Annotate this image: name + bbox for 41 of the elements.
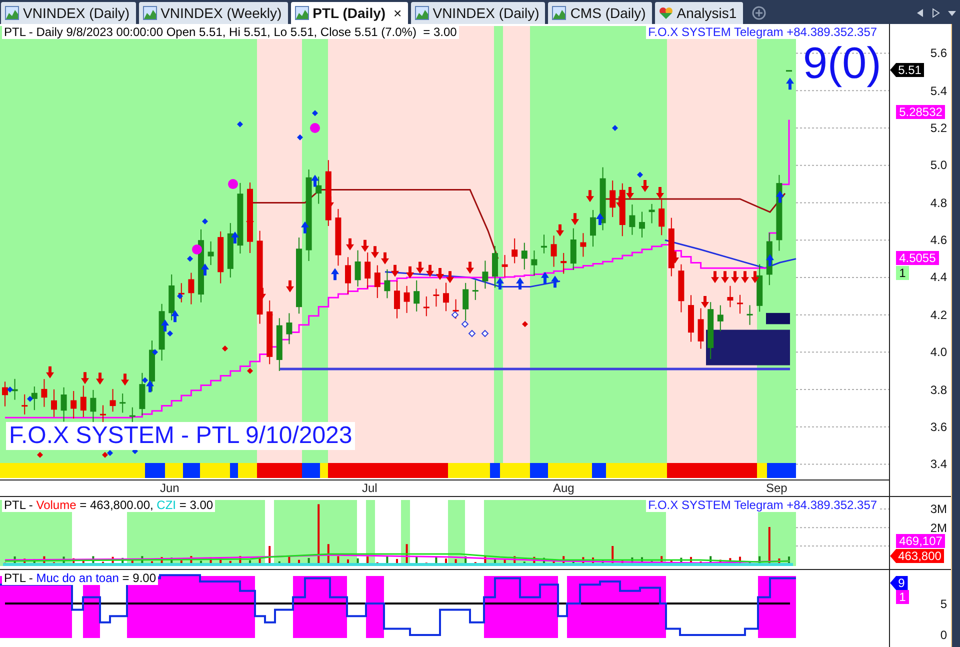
- axis-label: 4.0: [930, 345, 947, 360]
- axis-label: 0: [940, 628, 947, 642]
- date-label: Aug: [553, 481, 574, 495]
- signal-count: 9(0): [803, 42, 882, 86]
- axis-label: 3.8: [930, 382, 947, 397]
- axis-label: 4.6: [930, 233, 947, 248]
- chart-caption: F.O.X SYSTEM - PTL 9/10/2023: [6, 422, 356, 450]
- chart-tab[interactable]: Analysis1: [654, 2, 743, 24]
- value-badge: 463,800: [890, 549, 944, 563]
- chart-tab[interactable]: VNINDEX (Daily): [1, 2, 136, 24]
- axis-label: 3.4: [930, 457, 947, 472]
- axis-label: 5.6: [930, 46, 947, 60]
- date-label: Jun: [160, 481, 180, 495]
- axis-label: 4.8: [930, 196, 947, 210]
- axis-label: 4.2: [930, 308, 947, 322]
- value-badge: 1: [896, 266, 909, 280]
- volume-header: PTL - Volume = 463,800.00, CZI = 3.00: [2, 498, 216, 512]
- chart-tab[interactable]: VNINDEX (Daily): [410, 2, 546, 24]
- safety-header: PTL - Muc do an toan = 9.00: [2, 571, 158, 585]
- value-badge: 4.5055: [896, 251, 939, 265]
- contact-text: F.O.X SYSTEM Telegram +84.389.352.357: [646, 25, 880, 39]
- chart-tab[interactable]: VNINDEX (Weekly): [138, 2, 288, 24]
- axis-label: 5.4: [930, 84, 947, 98]
- value-badge: 9: [890, 576, 908, 590]
- value-badge: 5.51: [890, 63, 924, 77]
- value-badge: 1: [896, 590, 909, 604]
- axis-label: 4.4: [930, 270, 947, 284]
- value-badge: 469,107: [896, 534, 946, 548]
- chart-tab[interactable]: PTL (Daily) ×: [290, 2, 408, 24]
- axis-label: 5: [940, 596, 947, 610]
- chart-header: PTL - Daily 9/8/2023 00:00:00 Open 5.51, Hi 5.51, Lo 5.51, Close 5.51 (7.0%) = 3.00: [2, 25, 459, 39]
- chart-tab[interactable]: CMS (Daily): [548, 2, 652, 24]
- axis-label: 5.0: [930, 158, 947, 172]
- date-label: Jul: [362, 481, 378, 495]
- date-label: Sep: [766, 481, 788, 495]
- axis-label: 3.6: [930, 420, 947, 434]
- value-badge: 5.28532: [896, 105, 946, 119]
- axis-label: 2M: [930, 520, 947, 535]
- axis-label: 5.2: [930, 121, 947, 136]
- axis-label: 3M: [930, 502, 947, 516]
- contact-text: F.O.X SYSTEM Telegram +84.389.352.357: [646, 498, 880, 512]
